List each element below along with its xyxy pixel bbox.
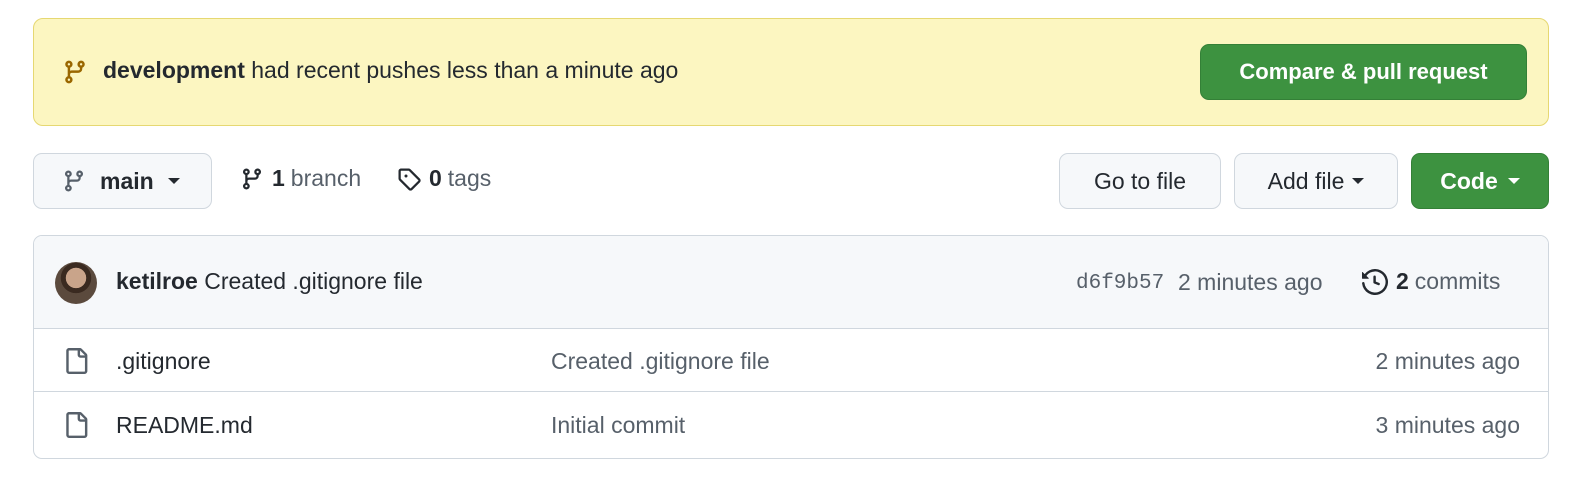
commits-link[interactable]: 2 commits <box>1362 268 1500 295</box>
file-commit-message[interactable]: Initial commit <box>551 412 685 439</box>
file-name[interactable]: .gitignore <box>116 348 211 375</box>
caret-down-icon <box>1507 178 1520 184</box>
commit-word: commits <box>1414 268 1501 294</box>
add-file-label: Add file <box>1267 167 1345 194</box>
commit-time[interactable]: 2 minutes ago <box>1178 269 1322 296</box>
git-branch-icon <box>64 170 83 192</box>
add-file-button[interactable]: Add file <box>1234 153 1398 209</box>
recent-push-banner: development had recent pushes less than … <box>33 18 1549 126</box>
caret-down-icon <box>1352 178 1365 184</box>
file-row: .gitignore Created .gitignore file 2 min… <box>34 329 1548 392</box>
git-branch-icon <box>65 60 85 84</box>
branch-select-label: main <box>100 167 154 194</box>
history-icon <box>1362 268 1388 295</box>
tag-word: tags <box>447 165 492 191</box>
banner-branch-name[interactable]: development <box>103 57 245 83</box>
branch-count: 1 <box>272 165 285 191</box>
code-button[interactable]: Code <box>1411 153 1549 209</box>
code-label: Code <box>1440 167 1498 194</box>
branch-select-button[interactable]: main <box>33 153 212 209</box>
tags-link[interactable]: 0 tags <box>397 165 491 192</box>
commit-message[interactable]: Created .gitignore file <box>204 268 423 294</box>
file-icon <box>66 348 88 374</box>
file-name[interactable]: README.md <box>116 412 253 439</box>
tag-icon <box>398 168 421 191</box>
file-row: README.md Initial commit 3 minutes ago <box>34 393 1548 456</box>
go-to-file-button[interactable]: Go to file <box>1059 153 1221 209</box>
git-branch-icon <box>242 168 261 190</box>
latest-commit-bar: ketilroe Created .gitignore file d6f9b57… <box>34 236 1548 329</box>
file-commit-message[interactable]: Created .gitignore file <box>551 348 770 375</box>
commit-count: 2 <box>1396 268 1409 294</box>
file-browser: ketilroe Created .gitignore file d6f9b57… <box>33 235 1549 459</box>
latest-commit-message: ketilroe Created .gitignore file <box>116 268 423 295</box>
commit-sha[interactable]: d6f9b57 <box>1076 272 1164 295</box>
commit-author[interactable]: ketilroe <box>116 268 198 294</box>
file-icon <box>66 412 88 438</box>
banner-message: development had recent pushes less than … <box>103 57 678 84</box>
avatar[interactable] <box>55 262 97 304</box>
caret-down-icon <box>167 178 180 184</box>
branch-word: branch <box>290 165 362 191</box>
banner-text: had recent pushes less than a minute ago <box>251 57 679 83</box>
compare-pull-request-button[interactable]: Compare & pull request <box>1200 44 1527 100</box>
file-time: 3 minutes ago <box>1375 412 1520 438</box>
file-time: 2 minutes ago <box>1375 348 1520 374</box>
tag-count: 0 <box>429 165 442 191</box>
branches-link[interactable]: 1 branch <box>240 165 361 192</box>
